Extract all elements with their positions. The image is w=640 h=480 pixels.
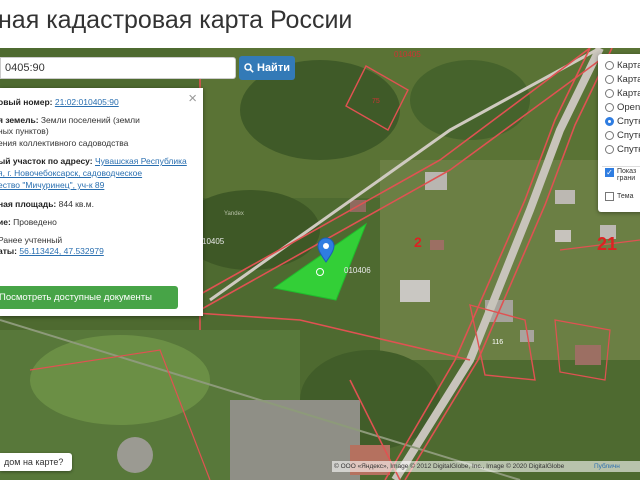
layer-switcher: Карта Карта Карта Open Спутник Спутник С… xyxy=(598,54,640,212)
checkbox-checked-icon: ✓ xyxy=(605,168,614,177)
search-button[interactable]: Найти xyxy=(239,56,295,80)
land-category-value-2: ных пунктов) xyxy=(0,126,49,136)
permitted-use-value: ения коллективного садоводства xyxy=(0,138,129,148)
checkbox-icon xyxy=(605,192,614,201)
layer-option-map-1[interactable]: Карта xyxy=(605,60,640,71)
radio-icon xyxy=(605,61,614,70)
radio-icon xyxy=(605,145,614,154)
area-number: 2 xyxy=(414,234,422,250)
radio-selected-icon xyxy=(605,117,614,126)
radio-icon xyxy=(605,75,614,84)
status-label: ие: xyxy=(0,217,11,227)
search-icon xyxy=(244,63,254,73)
address-link-2[interactable]: я, г. Новочебоксарск, садоводческое xyxy=(0,168,142,178)
public-map-link[interactable]: Публичн xyxy=(594,461,620,472)
page-header: ная кадастровая карта России xyxy=(0,0,640,48)
thematic-toggle[interactable]: Тема xyxy=(605,192,633,201)
land-category-value: Земли поселений (земли xyxy=(40,115,140,125)
address-label: ый участок по адресу: xyxy=(0,156,93,166)
parcel-label: 116 xyxy=(492,339,504,346)
status-value: Проведено xyxy=(13,217,57,227)
layer-option-map-2[interactable]: Карта xyxy=(605,74,640,85)
registration-status: Ранее учтенный xyxy=(0,235,63,245)
watermark-text: Yandex xyxy=(224,211,244,217)
land-category-label: я земель: xyxy=(0,115,39,125)
block-label: 010406 xyxy=(344,266,371,275)
parcel-label: 75 xyxy=(372,98,380,105)
parcel-info-popup: × овый номер: 21:02:010405:90 я земель: … xyxy=(0,88,203,316)
layer-option-satellite-2[interactable]: Спутник xyxy=(605,130,640,141)
coordinates-link[interactable]: 56.113424, 47.532979 xyxy=(19,246,103,256)
divider xyxy=(602,166,640,167)
view-documents-button[interactable]: Посмотреть доступные документы xyxy=(0,286,178,309)
layer-option-satellite-1[interactable]: Спутник xyxy=(605,116,640,127)
show-borders-toggle[interactable]: ✓ Показ грани xyxy=(605,168,636,182)
radio-icon xyxy=(605,131,614,140)
page-title: ная кадастровая карта России xyxy=(0,6,353,34)
radio-icon xyxy=(605,103,614,112)
cadastral-number-label: овый номер: xyxy=(0,97,53,107)
coordinates-label: аты: xyxy=(0,246,17,256)
layer-option-satellite-3[interactable]: Спутник xyxy=(605,144,640,155)
radio-icon xyxy=(605,89,614,98)
area-number: 21 xyxy=(597,234,618,254)
help-link[interactable]: дом на карте? xyxy=(0,453,72,471)
search-button-label: Найти xyxy=(257,62,290,74)
close-icon[interactable]: × xyxy=(188,90,197,107)
cadastral-number-link[interactable]: 21:02:010405:90 xyxy=(55,97,119,107)
layer-option-open[interactable]: Open xyxy=(605,102,640,113)
search-input[interactable]: 0405:90 xyxy=(0,57,236,79)
area-value: 844 кв.м. xyxy=(58,199,94,209)
attribution-text: © ООО «Яндекс», Image © 2012 DigitalGlob… xyxy=(334,463,565,470)
address-link-3[interactable]: ество "Мичуринец", уч-к 89 xyxy=(0,180,104,190)
block-label: 10405 xyxy=(202,237,225,246)
address-link[interactable]: Чувашская Республика xyxy=(95,156,187,166)
map-attribution: © ООО «Яндекс», Image © 2012 DigitalGlob… xyxy=(332,461,640,472)
area-label: ная площадь: xyxy=(0,199,57,209)
block-label: 010405 xyxy=(394,50,421,59)
layer-option-map-3[interactable]: Карта xyxy=(605,88,640,99)
